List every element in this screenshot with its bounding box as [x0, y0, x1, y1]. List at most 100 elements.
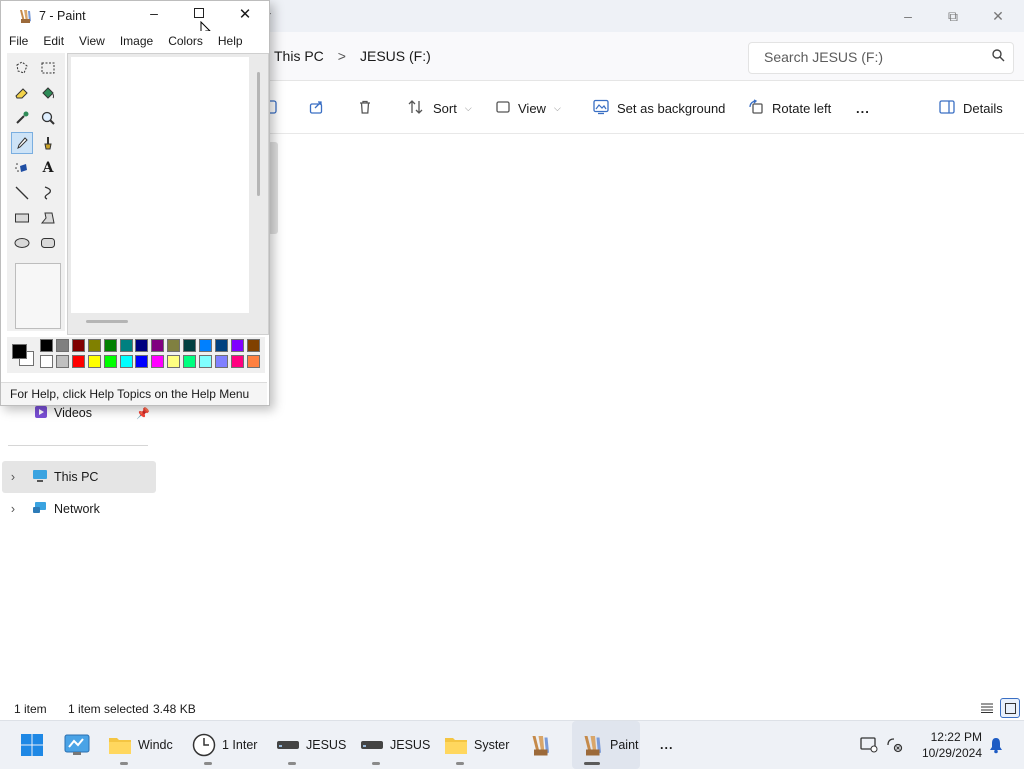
menu-colors[interactable]: Colors [160, 31, 210, 51]
notifications-button[interactable] [988, 721, 1004, 769]
more-options-button[interactable]: ... [856, 97, 870, 119]
color-swatch[interactable] [103, 355, 117, 368]
close-button[interactable]: ✕ [983, 6, 1013, 26]
free-select-icon [16, 61, 28, 74]
color-swatch[interactable] [230, 339, 244, 352]
line-tool[interactable] [11, 182, 33, 204]
color-swatch[interactable] [246, 355, 260, 368]
share-button[interactable] [309, 97, 325, 119]
trash-icon [357, 99, 373, 118]
view-button[interactable]: View ⌵ [496, 97, 561, 119]
brush-tool[interactable] [37, 132, 59, 154]
paint-close-button[interactable]: ✕ [233, 5, 257, 23]
menu-image[interactable]: Image [112, 31, 160, 51]
color-swatch[interactable] [151, 355, 165, 368]
color-swatch[interactable] [199, 339, 212, 352]
paint-status-text: For Help, click Help Topics on the Help … [10, 387, 250, 401]
color-swatch[interactable] [199, 355, 212, 368]
pencil-tool[interactable] [11, 132, 33, 154]
large-icons-view-toggle[interactable] [1000, 698, 1020, 718]
taskbar-jesus-drive-1[interactable]: JESUS [276, 721, 346, 769]
color-swatch[interactable] [87, 355, 101, 368]
control-panel-icon [64, 734, 90, 755]
restore-button[interactable]: ⧉ [938, 6, 968, 26]
color-swatch[interactable] [40, 355, 53, 368]
color-swatch[interactable] [103, 339, 117, 352]
rounded-rectangle-tool[interactable] [37, 232, 59, 254]
rotate-left-button[interactable]: Rotate left [748, 97, 831, 119]
selection-count: 1 item selected [68, 702, 149, 716]
minimize-button[interactable]: – [893, 6, 923, 26]
color-swatch[interactable] [119, 339, 133, 352]
airbrush-tool[interactable] [11, 157, 33, 179]
menu-help[interactable]: Help [210, 31, 250, 51]
color-swatch[interactable] [135, 339, 149, 352]
eraser-tool[interactable] [11, 82, 33, 104]
polygon-tool[interactable] [37, 207, 59, 229]
text-tool[interactable]: A [37, 157, 59, 179]
taskbar-jesus-drive-2[interactable]: JESUS [360, 721, 430, 769]
chevron-right-icon: › [10, 502, 16, 516]
taskbar-system-folder[interactable]: Syster [444, 721, 509, 769]
color-swatch[interactable] [167, 355, 181, 368]
current-colors[interactable] [10, 340, 36, 368]
set-as-background-button[interactable]: Set as background [593, 97, 725, 119]
sort-button[interactable]: Sort ⌵ [407, 97, 472, 119]
tool-options-box[interactable] [15, 263, 61, 329]
horizontal-scrollbar[interactable] [86, 320, 128, 323]
color-swatch[interactable] [135, 355, 149, 368]
menu-file[interactable]: File [1, 31, 35, 51]
rectangle-tool[interactable] [11, 207, 33, 229]
paint-bucket-icon [42, 87, 54, 99]
tray-network-icon[interactable] [886, 721, 904, 769]
color-swatch[interactable] [214, 339, 228, 352]
taskbar-paint-active[interactable]: Paint [572, 721, 640, 769]
taskbar-overflow-button[interactable]: ... [660, 721, 673, 769]
color-swatch[interactable] [151, 339, 165, 352]
color-swatch[interactable] [40, 339, 53, 352]
color-swatch[interactable] [246, 339, 260, 352]
paint-titlebar[interactable]: 7 - Paint – ✕ [1, 1, 267, 39]
magnifier-tool[interactable] [37, 107, 59, 129]
nav-item-network[interactable]: › Network [2, 493, 156, 525]
fill-tool[interactable] [37, 82, 59, 104]
color-swatch[interactable] [119, 355, 133, 368]
curve-tool[interactable] [37, 182, 59, 204]
rectangle-select-tool[interactable] [37, 57, 59, 79]
tray-display-icon[interactable] [860, 721, 878, 769]
color-swatch[interactable] [55, 339, 69, 352]
taskbar-internet[interactable]: 1 Inter [192, 721, 257, 769]
details-view-toggle[interactable] [979, 700, 995, 716]
curve-icon [44, 186, 52, 200]
breadcrumb-this-pc[interactable]: This PC [274, 48, 324, 64]
color-swatch[interactable] [167, 339, 181, 352]
search-input[interactable]: Search JESUS (F:) [748, 42, 1014, 74]
vertical-scrollbar[interactable] [257, 72, 260, 196]
color-swatch[interactable] [71, 339, 85, 352]
start-button[interactable] [20, 721, 44, 769]
color-picker-tool[interactable] [11, 107, 33, 129]
breadcrumb[interactable]: This PC > JESUS (F:) [274, 48, 431, 64]
taskbar-windows-explorer[interactable]: Windc [108, 721, 173, 769]
ellipse-tool[interactable] [11, 232, 33, 254]
drawing-canvas[interactable] [71, 57, 249, 313]
color-swatch[interactable] [214, 355, 228, 368]
nav-item-this-pc[interactable]: › This PC [2, 461, 156, 493]
taskbar-paint-pinned[interactable] [528, 721, 552, 769]
paint-minimize-button[interactable]: – [141, 5, 167, 21]
taskbar-control-panel[interactable] [64, 721, 90, 769]
clock[interactable]: 12:22 PM 10/29/2024 [912, 729, 982, 761]
color-swatch[interactable] [87, 339, 101, 352]
color-swatch[interactable] [230, 355, 244, 368]
breadcrumb-drive[interactable]: JESUS (F:) [360, 48, 431, 64]
color-swatch[interactable] [71, 355, 85, 368]
color-swatch[interactable] [55, 355, 69, 368]
menu-view[interactable]: View [71, 31, 112, 51]
details-pane-button[interactable]: Details [939, 97, 1003, 119]
free-form-select-tool[interactable] [11, 57, 33, 79]
menu-edit[interactable]: Edit [35, 31, 71, 51]
delete-button[interactable] [357, 97, 373, 119]
polygon-icon [40, 212, 55, 224]
color-swatch[interactable] [183, 339, 197, 352]
color-swatch[interactable] [183, 355, 197, 368]
